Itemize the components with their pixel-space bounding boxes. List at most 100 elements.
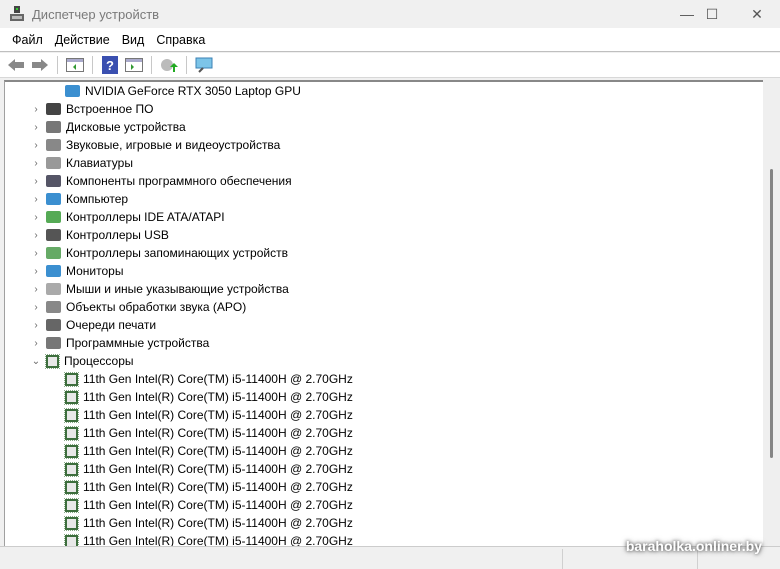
- tree-item-label: Контроллеры IDE ATA/ATAPI: [66, 210, 225, 224]
- keyboard-icon: [46, 157, 61, 169]
- expand-arrow-icon[interactable]: ›: [31, 248, 41, 259]
- help-icon[interactable]: ?: [100, 55, 120, 75]
- expand-arrow-icon[interactable]: ›: [31, 122, 41, 133]
- processor-item[interactable]: 11th Gen Intel(R) Core(TM) i5-11400H @ 2…: [64, 370, 353, 388]
- watermark: baraholka.onliner.by: [625, 538, 762, 554]
- processor-item[interactable]: 11th Gen Intel(R) Core(TM) i5-11400H @ 2…: [64, 424, 353, 442]
- collapse-arrow-icon[interactable]: ⌄: [31, 356, 41, 367]
- menu-help[interactable]: Справка: [150, 33, 211, 47]
- toolbar-separator: [57, 56, 58, 74]
- vertical-scrollbar[interactable]: [763, 80, 780, 546]
- action-pane-icon[interactable]: [124, 55, 144, 75]
- storage-controller-icon: [46, 247, 61, 259]
- processor-icon: [64, 371, 79, 387]
- menu-view[interactable]: Вид: [116, 33, 151, 47]
- tree-item-label: Дисковые устройства: [66, 120, 186, 134]
- tree-item[interactable]: › Клавиатуры: [34, 154, 133, 172]
- mouse-icon: [46, 283, 61, 295]
- tree-item-label: Очереди печати: [66, 318, 157, 332]
- tree-item[interactable]: › Объекты обработки звука (APO): [34, 298, 247, 316]
- gpu-icon: [65, 85, 80, 97]
- tree-item-label: Клавиатуры: [66, 156, 133, 170]
- tree-item[interactable]: › Дисковые устройства: [34, 118, 186, 136]
- tree-item-label: 11th Gen Intel(R) Core(TM) i5-11400H @ 2…: [83, 372, 353, 386]
- processor-item[interactable]: 11th Gen Intel(R) Core(TM) i5-11400H @ 2…: [64, 406, 353, 424]
- update-driver-icon[interactable]: [159, 55, 179, 75]
- processor-item[interactable]: 11th Gen Intel(R) Core(TM) i5-11400H @ 2…: [64, 388, 353, 406]
- device-tree[interactable]: NVIDIA GeForce RTX 3050 Laptop GPU › Встро…: [4, 80, 763, 546]
- back-icon[interactable]: [6, 55, 26, 75]
- menu-file[interactable]: Файл: [6, 33, 49, 47]
- tree-item[interactable]: › Программные устройства: [34, 334, 210, 352]
- tree-item[interactable]: › Компоненты программного обеспечения: [34, 172, 292, 190]
- expand-arrow-icon[interactable]: ›: [31, 212, 41, 223]
- scrollbar-thumb[interactable]: [770, 169, 773, 458]
- processor-icon: [64, 515, 79, 531]
- processor-item[interactable]: 11th Gen Intel(R) Core(TM) i5-11400H @ 2…: [64, 442, 353, 460]
- processor-item[interactable]: 11th Gen Intel(R) Core(TM) i5-11400H @ 2…: [64, 478, 353, 496]
- tree-item[interactable]: › Контроллеры IDE ATA/ATAPI: [34, 208, 225, 226]
- processor-item[interactable]: 11th Gen Intel(R) Core(TM) i5-11400H @ 2…: [64, 460, 353, 478]
- tree-item-label: 11th Gen Intel(R) Core(TM) i5-11400H @ 2…: [83, 426, 353, 440]
- expand-arrow-icon[interactable]: ›: [31, 176, 41, 187]
- expand-arrow-icon[interactable]: ›: [31, 194, 41, 205]
- window-title: Диспетчер устройств: [32, 7, 160, 22]
- tree-item-label: 11th Gen Intel(R) Core(TM) i5-11400H @ 2…: [83, 498, 353, 512]
- device-manager-icon: [10, 6, 24, 21]
- tree-item-label: 11th Gen Intel(R) Core(TM) i5-11400H @ 2…: [83, 480, 353, 494]
- tree-item-label: Процессоры: [64, 354, 134, 368]
- toolbar-separator: [92, 56, 93, 74]
- show-hide-console-tree-icon[interactable]: [65, 55, 85, 75]
- tree-item-label: 11th Gen Intel(R) Core(TM) i5-11400H @ 2…: [83, 408, 353, 422]
- expand-arrow-icon[interactable]: ›: [31, 140, 41, 151]
- tree-item[interactable]: › Звуковые, игровые и видеоустройства: [34, 136, 280, 154]
- processor-item[interactable]: 11th Gen Intel(R) Core(TM) i5-11400H @ 2…: [64, 496, 353, 514]
- expand-arrow-icon[interactable]: ›: [31, 302, 41, 313]
- tree-item-label: Мониторы: [66, 264, 124, 278]
- tree-item[interactable]: › Мониторы: [34, 262, 124, 280]
- toolbar-separator: [151, 56, 152, 74]
- software-device-icon: [46, 337, 61, 349]
- expand-arrow-icon[interactable]: ›: [31, 338, 41, 349]
- toolbar-separator: [186, 56, 187, 74]
- tree-item-label: Компьютер: [66, 192, 129, 206]
- disk-icon: [46, 121, 61, 133]
- tree-item[interactable]: NVIDIA GeForce RTX 3050 Laptop GPU: [65, 82, 301, 100]
- expand-arrow-icon[interactable]: ›: [31, 266, 41, 277]
- scan-hardware-icon[interactable]: [194, 55, 214, 75]
- expand-arrow-icon[interactable]: ›: [31, 158, 41, 169]
- tree-item-label: 11th Gen Intel(R) Core(TM) i5-11400H @ 2…: [83, 516, 353, 530]
- processor-item[interactable]: 11th Gen Intel(R) Core(TM) i5-11400H @ 2…: [64, 514, 353, 532]
- expand-arrow-icon[interactable]: ›: [31, 230, 41, 241]
- expand-arrow-icon[interactable]: ›: [31, 284, 41, 295]
- tree-item[interactable]: › Контроллеры запоминающих устройств: [34, 244, 288, 262]
- processor-item[interactable]: 11th Gen Intel(R) Core(TM) i5-11400H @ 2…: [64, 532, 353, 546]
- printer-icon: [46, 319, 61, 331]
- tree-item[interactable]: › Компьютер: [34, 190, 129, 208]
- firmware-icon: [46, 103, 61, 115]
- expand-arrow-icon[interactable]: ›: [31, 104, 41, 115]
- tree-item-label: Объекты обработки звука (APO): [66, 300, 247, 314]
- tree-item[interactable]: › Очереди печати: [34, 316, 157, 334]
- tree-item-label: Компоненты программного обеспечения: [66, 174, 292, 188]
- forward-icon[interactable]: [30, 55, 50, 75]
- software-component-icon: [46, 175, 61, 187]
- tree-item-label: Контроллеры запоминающих устройств: [66, 246, 288, 260]
- processor-icon: [64, 461, 79, 477]
- maximize-button[interactable]: ☐: [689, 0, 735, 28]
- tree-item-label: Программные устройства: [66, 336, 210, 350]
- processor-item[interactable]: ⌄ Процессоры: [32, 352, 134, 370]
- tree-item[interactable]: › Контроллеры USB: [34, 226, 169, 244]
- processor-icon: [64, 497, 79, 513]
- tree-item-label: 11th Gen Intel(R) Core(TM) i5-11400H @ 2…: [83, 534, 353, 546]
- svg-text:?: ?: [106, 58, 114, 73]
- tree-item[interactable]: › Встроенное ПО: [34, 100, 153, 118]
- tree-item[interactable]: › Мыши и иные указывающие устройства: [34, 280, 288, 298]
- expand-arrow-icon[interactable]: ›: [31, 320, 41, 331]
- toolbar: ?: [0, 53, 780, 78]
- close-button[interactable]: ✕: [734, 0, 780, 28]
- menu-action[interactable]: Действие: [49, 33, 116, 47]
- processor-icon: [64, 389, 79, 405]
- ide-controller-icon: [46, 211, 61, 223]
- usb-icon: [46, 229, 61, 241]
